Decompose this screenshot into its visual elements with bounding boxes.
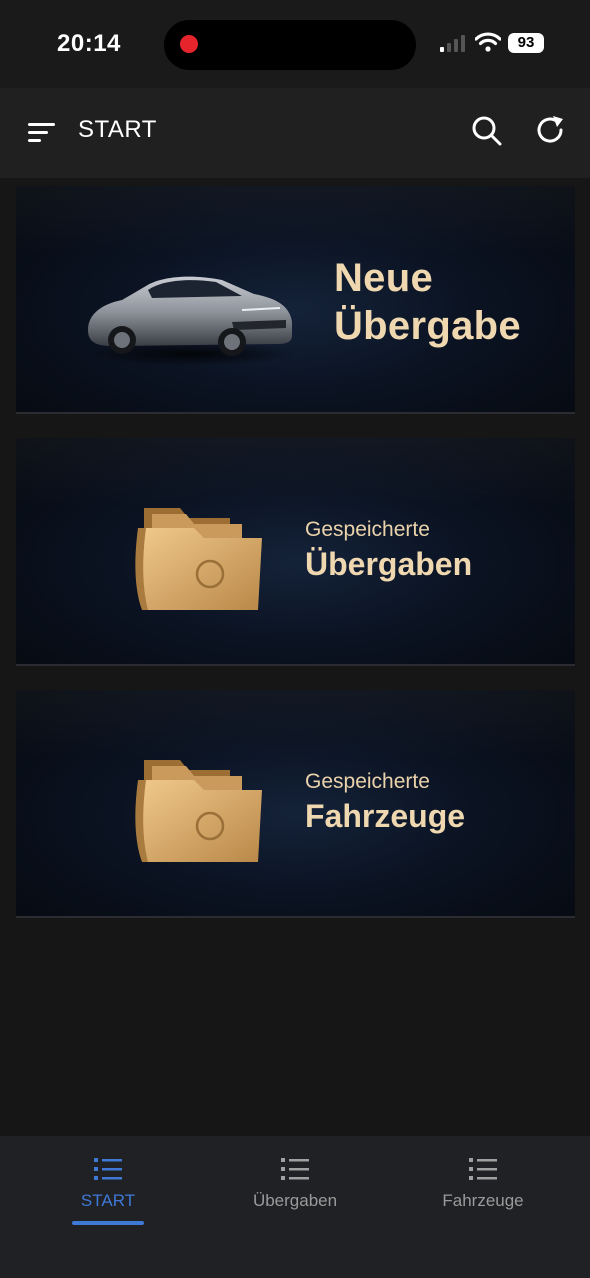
nav-tab-fahrzeuge[interactable]: Fahrzeuge <box>385 1136 581 1236</box>
search-icon[interactable] <box>470 114 504 148</box>
tile-title-line1: Gespeicherte <box>305 770 430 793</box>
status-time: 20:14 <box>57 30 121 57</box>
menu-icon[interactable] <box>26 120 58 146</box>
page-title: START <box>78 116 157 143</box>
tile-title-line2: Übergaben <box>305 546 473 582</box>
list-icon <box>469 1158 497 1180</box>
nav-tab-uebergaben[interactable]: Übergaben <box>197 1136 393 1236</box>
dynamic-island <box>164 20 416 70</box>
refresh-icon[interactable] <box>533 113 567 147</box>
tile-gloss <box>16 690 575 916</box>
recording-dot-icon <box>180 35 198 53</box>
new-handover-tile[interactable]: Neue Übergabe <box>16 186 575 414</box>
nav-tab-start[interactable]: START <box>10 1136 206 1236</box>
wifi-icon <box>475 32 501 52</box>
list-icon <box>281 1158 309 1180</box>
folder-image <box>135 760 262 862</box>
saved-handovers-tile[interactable]: Gespeicherte Übergaben <box>16 438 575 666</box>
active-tab-indicator <box>72 1221 144 1225</box>
tile-gloss <box>16 438 575 664</box>
tile-title-line1: Neue <box>334 256 434 300</box>
saved-vehicles-tile[interactable]: Gespeicherte Fahrzeuge <box>16 690 575 918</box>
nav-label: Fahrzeuge <box>442 1191 524 1210</box>
car-image <box>87 276 296 366</box>
tile-title-line2: Übergabe <box>334 304 521 348</box>
nav-label: Übergaben <box>252 1191 338 1210</box>
list-icon <box>94 1158 122 1180</box>
tile-title-line1: Gespeicherte <box>305 518 430 541</box>
battery-icon: 93 <box>508 33 544 53</box>
folder-image <box>135 508 262 610</box>
nav-label: START <box>80 1191 136 1210</box>
tile-title-line2: Fahrzeuge <box>305 798 466 834</box>
cellular-signal-icon <box>440 35 465 52</box>
